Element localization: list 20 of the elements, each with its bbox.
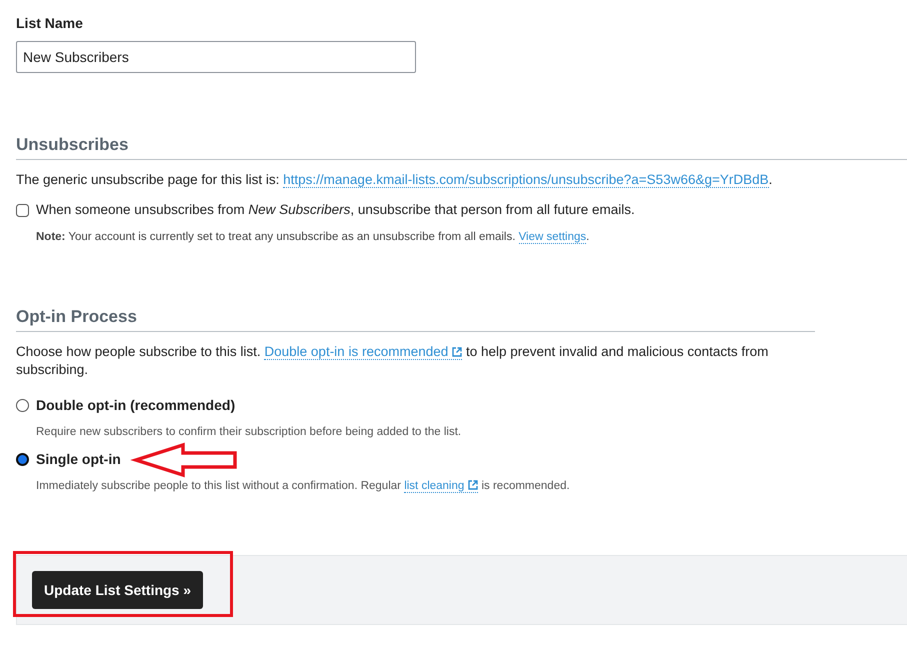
unsubscribe-url-link[interactable]: https://manage.kmail-lists.com/subscriptions/unsubscribe?a=S53w66&g=YrDBdB xyxy=(283,172,769,188)
double-opt-in-link[interactable]: Double opt-in is recommended xyxy=(264,344,462,360)
radio-button[interactable] xyxy=(16,398,29,412)
unsubscribe-page-text: The generic unsubscribe page for this list is: https://manage.kmail-lists.com/subscriptions/unsubscribe?a=S53w66&g=YrDBdB. xyxy=(16,171,774,189)
section-heading: Unsubscribes xyxy=(16,135,907,160)
list-name-field[interactable]: New Subscribers xyxy=(16,41,416,73)
option-description: Immediately subscribe people to this list without a confirmation. Regular list cleaning is recommended. xyxy=(36,479,571,494)
section-heading: Opt-in Process xyxy=(16,307,815,332)
note-text: Note: Your account is currently set to treat any unsubscribe as an unsubscribe from all emails. View settings. xyxy=(36,230,590,245)
radio-button[interactable] xyxy=(16,452,29,466)
checkbox-label: When someone unsubscribes from New Subscribers, unsubscribe that person from all future emails. xyxy=(36,201,635,219)
field-label: List Name xyxy=(16,14,84,32)
list-cleaning-link[interactable]: list cleaning xyxy=(404,480,478,493)
unsubscribe-checkbox[interactable] xyxy=(16,204,29,216)
option-label: Double opt-in (recommended) xyxy=(36,396,236,414)
view-settings-link[interactable]: View settings xyxy=(518,231,586,244)
option-description: Require new subscribers to confirm their subscription before being added to the list. xyxy=(36,425,462,440)
option-label: Single opt-in xyxy=(36,450,121,468)
update-settings-button[interactable]: Update List Settings » xyxy=(32,571,204,609)
opt-in-intro-text: Choose how people subscribe to this list. Double opt-in is recommended to help prevent invalid and malicious contacts from subscribing. xyxy=(16,343,770,379)
